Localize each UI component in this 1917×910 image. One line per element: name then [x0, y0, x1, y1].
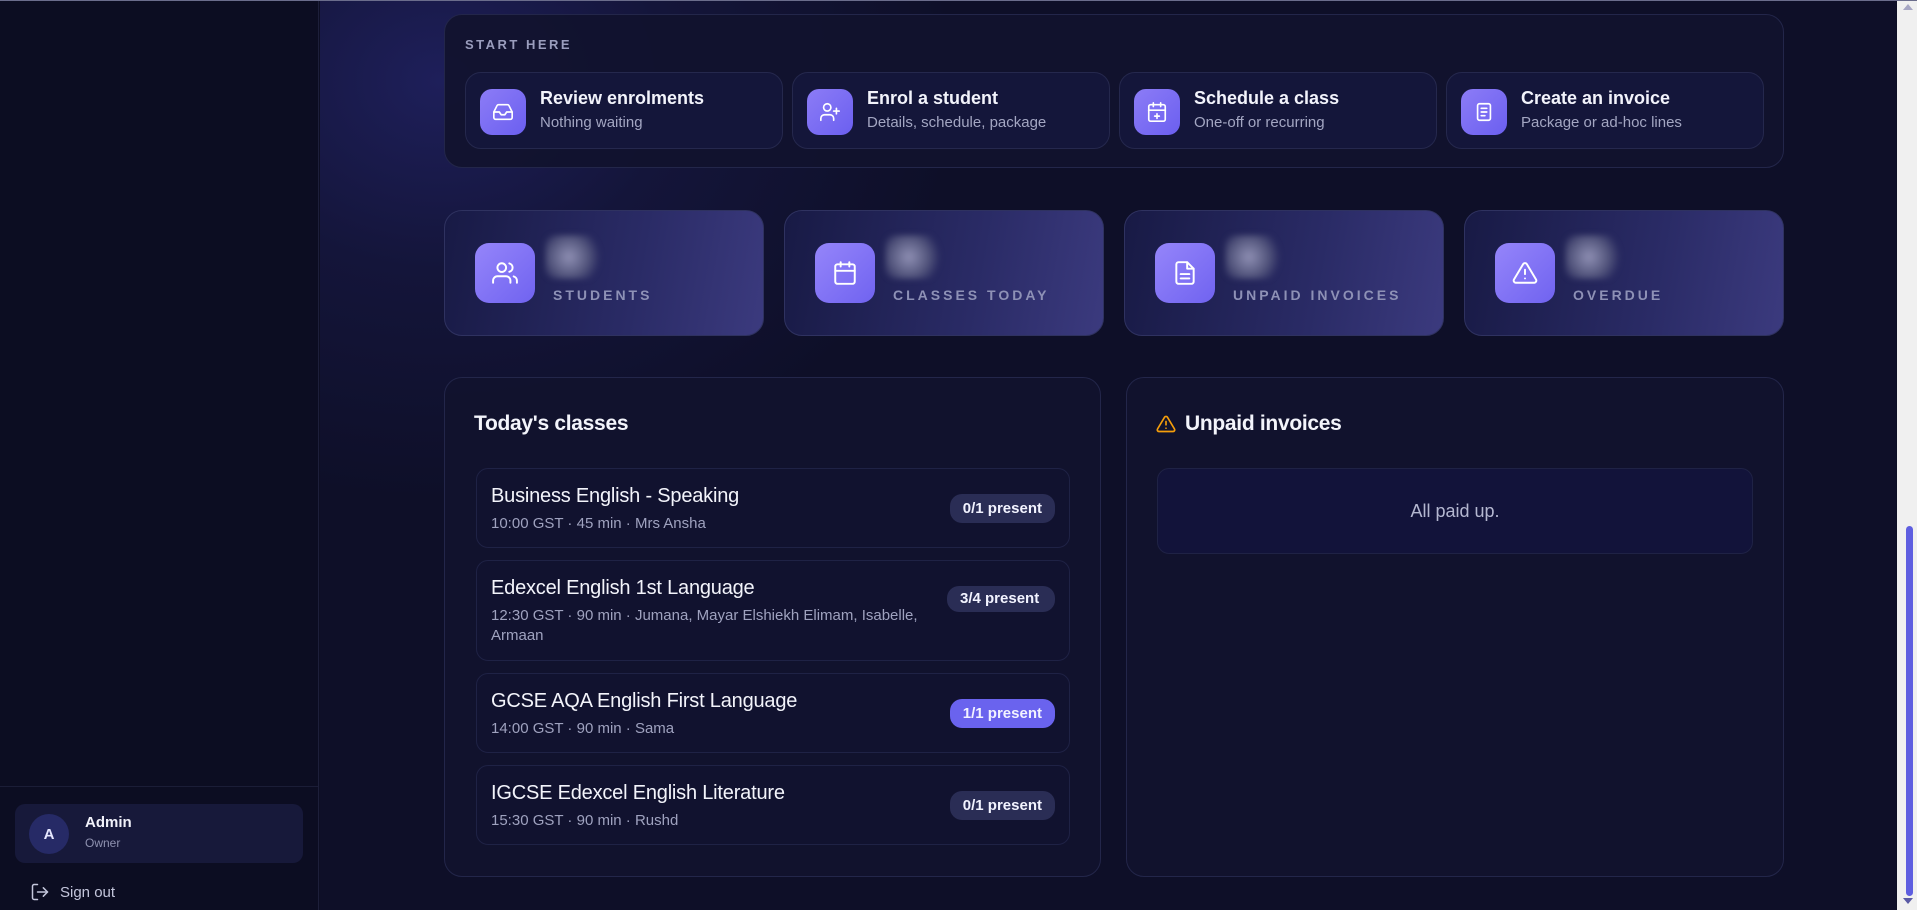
stat-label: CLASSES TODAY — [893, 287, 1050, 303]
document-icon — [1461, 89, 1507, 135]
class-name: IGCSE Edexcel English Literature — [491, 782, 785, 804]
log-out-icon — [31, 883, 49, 901]
user-card[interactable]: A Admin Owner — [15, 804, 303, 863]
inbox-icon — [480, 89, 526, 135]
attendance-badge: 0/1 present — [949, 494, 1055, 523]
class-row[interactable]: Business English - Speaking 10:00 GST · … — [476, 468, 1070, 548]
scroll-down-arrow[interactable] — [1903, 898, 1913, 904]
action-title: Schedule a class — [1194, 88, 1340, 108]
panel-title: Today's classes — [474, 412, 629, 435]
stat-value-blurred — [1565, 235, 1625, 279]
schedule-class-card[interactable]: Schedule a class One-off or recurring — [1119, 72, 1437, 149]
sign-out-button[interactable]: Sign out — [30, 881, 115, 903]
stat-label: OVERDUE — [1573, 287, 1664, 303]
user-role: Owner — [85, 836, 121, 850]
panel-title: Unpaid invoices — [1185, 412, 1342, 435]
create-invoice-card[interactable]: Create an invoice Package or ad-hoc line… — [1446, 72, 1764, 149]
stat-label: UNPAID INVOICES — [1233, 287, 1402, 303]
action-subtitle: Nothing waiting — [540, 114, 643, 131]
stat-value-blurred — [1225, 235, 1285, 279]
class-name: Business English - Speaking — [491, 485, 740, 507]
action-subtitle: Package or ad-hoc lines — [1521, 114, 1682, 131]
attendance-badge: 1/1 present — [949, 699, 1055, 728]
user-name: Admin — [85, 814, 132, 831]
warning-icon — [1156, 415, 1176, 433]
class-meta: 14:00 GST · 90 min · Sama — [491, 720, 675, 737]
action-title: Create an invoice — [1521, 88, 1671, 108]
review-enrolments-card[interactable]: Review enrolments Nothing waiting — [465, 72, 783, 149]
alert-triangle-icon — [1495, 243, 1555, 303]
sidebar: A Admin Owner Sign out — [0, 1, 319, 910]
action-title: Review enrolments — [540, 88, 705, 108]
file-text-icon — [1155, 243, 1215, 303]
unpaid-invoices-stat-card[interactable]: UNPAID INVOICES — [1124, 210, 1444, 336]
attendance-badge: 3/4 present — [947, 586, 1055, 612]
enrol-student-card[interactable]: Enrol a student Details, schedule, packa… — [792, 72, 1110, 149]
scroll-up-arrow[interactable] — [1903, 4, 1913, 10]
sidebar-footer: A Admin Owner Sign out — [0, 786, 318, 910]
stat-value-blurred — [885, 235, 945, 279]
attendance-badge: 0/1 present — [949, 791, 1055, 820]
class-meta: 15:30 GST · 90 min · Rushd — [491, 812, 679, 829]
class-meta: 10:00 GST · 45 min · Mrs Ansha — [491, 515, 706, 532]
todays-classes-panel: Today's classes Business English - Speak… — [444, 377, 1101, 877]
class-name: GCSE AQA English First Language — [491, 690, 798, 712]
empty-state: All paid up. — [1157, 468, 1753, 554]
avatar: A — [29, 814, 69, 854]
action-subtitle: One-off or recurring — [1194, 114, 1325, 131]
user-plus-icon — [807, 89, 853, 135]
start-here-panel: START HERE Review enrolments Nothing wai… — [444, 14, 1784, 168]
scrollbar-thumb[interactable] — [1906, 526, 1913, 896]
class-row[interactable]: GCSE AQA English First Language 14:00 GS… — [476, 673, 1070, 753]
action-title: Enrol a student — [867, 88, 999, 108]
action-subtitle: Details, schedule, package — [867, 114, 1047, 131]
overdue-stat-card[interactable]: OVERDUE — [1464, 210, 1784, 336]
calendar-plus-icon — [1134, 89, 1180, 135]
class-meta: 12:30 GST · 90 min · Jumana, Mayar Elshi… — [491, 607, 918, 644]
users-icon — [475, 243, 535, 303]
class-name: Edexcel English 1st Language — [491, 577, 755, 599]
empty-state-text: All paid up. — [1410, 500, 1500, 521]
sign-out-label: Sign out — [60, 883, 116, 901]
students-stat-card[interactable]: STUDENTS — [444, 210, 764, 336]
start-here-title: START HERE — [465, 37, 573, 52]
stat-value-blurred — [545, 235, 605, 279]
class-row[interactable]: IGCSE Edexcel English Literature 15:30 G… — [476, 765, 1070, 845]
stat-label: STUDENTS — [553, 287, 653, 303]
class-row[interactable]: Edexcel English 1st Language 12:30 GST ·… — [476, 560, 1070, 661]
calendar-icon — [815, 243, 875, 303]
classes-today-stat-card[interactable]: CLASSES TODAY — [784, 210, 1104, 336]
unpaid-invoices-panel: Unpaid invoices All paid up. — [1126, 377, 1784, 877]
